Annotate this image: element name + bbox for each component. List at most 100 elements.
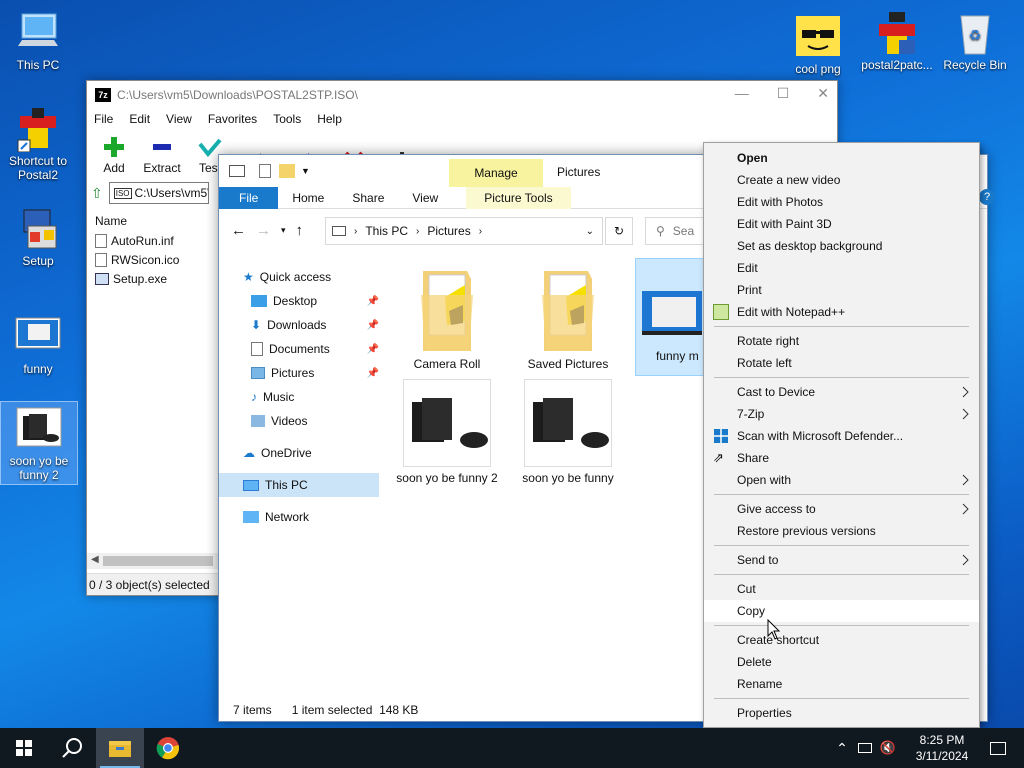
nav-videos[interactable]: Videos [219,409,379,433]
chevron-down-icon[interactable]: ⌄ [586,226,594,237]
start-button[interactable] [0,728,48,768]
menu-item-give-access[interactable]: Give access to [704,498,979,520]
menu-edit[interactable]: Edit [129,112,150,126]
dropdown-icon[interactable]: ▼ [301,166,310,176]
list-item[interactable]: Setup.exe [91,269,221,288]
network-icon[interactable] [857,743,872,753]
folder-camera-roll[interactable]: Camera Roll [395,265,499,371]
list-item[interactable]: AutoRun.inf [91,231,221,250]
menu-item-rename[interactable]: Rename [704,673,979,695]
manage-context-tab[interactable]: Manage [449,159,543,187]
menu-item-edit-photos[interactable]: Edit with Photos [704,191,979,213]
file-soon-yo-be-funny-2[interactable]: soon yo be funny 2 [395,379,499,485]
tab-picture-tools[interactable]: Picture Tools [466,186,571,209]
chevron-up-icon[interactable]: ⌃ [836,740,848,757]
file-funny[interactable]: funny m [635,258,705,376]
breadcrumb[interactable]: › This PC › Pictures › ⌄ [325,217,603,245]
menu-item-properties[interactable]: Properties [704,702,979,724]
new-folder-icon[interactable] [279,164,295,178]
menu-item-set-background[interactable]: Set as desktop background [704,235,979,257]
menu-item-create-shortcut[interactable]: Create shortcut [704,629,979,651]
file-soon-yo-be-funny[interactable]: soon yo be funny [516,379,620,485]
recent-chevron-icon[interactable]: ▾ [281,225,286,236]
search-button[interactable] [48,728,96,768]
mouse-cursor-icon [767,619,781,640]
menu-item-send-to[interactable]: Send to [704,549,979,571]
breadcrumb-separator-icon: › [354,225,358,237]
volume-muted-icon[interactable]: 🔇 [880,740,896,756]
menu-item-notepadpp[interactable]: Edit with Notepad++ [704,301,979,323]
nav-desktop[interactable]: Desktop 📌 [219,289,379,313]
menu-item-edit-paint3d[interactable]: Edit with Paint 3D [704,213,979,235]
system-tray: ⌃ 🔇 8:25 PM 3/11/2024 [836,728,1024,768]
menu-item-share[interactable]: ⇗ Share [704,447,979,469]
status-bar: 0 / 3 object(s) selected [87,573,219,595]
desktop-icon-soon-yo-be-funny-2[interactable]: soon yo be funny 2 [0,401,78,485]
tab-home[interactable]: Home [278,187,338,209]
menu-view[interactable]: View [166,112,192,126]
properties-icon[interactable] [259,164,271,178]
nav-this-pc[interactable]: This PC [219,473,379,497]
extract-button[interactable]: Extract [143,136,181,175]
menu-item-defender[interactable]: Scan with Microsoft Defender... [704,425,979,447]
taskbar-chrome[interactable] [144,728,192,768]
nav-network[interactable]: Network [219,505,379,529]
menu-item-open-with[interactable]: Open with [704,469,979,491]
clock[interactable]: 8:25 PM 3/11/2024 [902,732,982,764]
nav-onedrive[interactable]: ☁ OneDrive [219,441,379,465]
menu-item-edit[interactable]: Edit [704,257,979,279]
path-field[interactable]: ISO C:\Users\vm5\ [108,182,209,204]
maximize-button[interactable]: ☐ [777,85,790,102]
desktop-icon-postal2patch[interactable]: postal2patc... [859,10,935,72]
add-button[interactable]: Add [97,136,131,175]
desktop-icon-label: This PC [16,58,60,72]
refresh-button[interactable]: ↻ [605,217,633,245]
nav-documents[interactable]: Documents 📌 [219,337,379,361]
desktop-icon-recycle-bin[interactable]: ♻ Recycle Bin [937,10,1013,72]
menu-item-create-video[interactable]: Create a new video [704,169,979,191]
nav-music[interactable]: ♪ Music [219,385,379,409]
nav-downloads[interactable]: ⬇ Downloads 📌 [219,313,379,337]
tab-share[interactable]: Share [338,187,398,209]
menu-file[interactable]: File [94,112,113,126]
menu-item-7zip[interactable]: 7-Zip [704,403,979,425]
forward-arrow-icon[interactable]: → [256,222,271,239]
menu-item-restore-versions[interactable]: Restore previous versions [704,520,979,542]
menu-item-rotate-right[interactable]: Rotate right [704,330,979,352]
tab-file[interactable]: File [219,186,279,209]
breadcrumb-this-pc[interactable]: This PC [365,224,408,238]
up-folder-icon[interactable]: ⇧ [91,185,103,202]
menu-item-print[interactable]: Print [704,279,979,301]
window-menu-icon[interactable] [229,165,245,177]
desktop-icon-this-pc[interactable]: This PC [0,10,76,72]
horizontal-scrollbar[interactable]: ◀ [87,553,219,569]
nav-quick-access[interactable]: ★ Quick access [219,265,379,289]
desktop-icon-setup[interactable]: Setup [0,206,76,268]
back-arrow-icon[interactable]: ← [231,222,246,239]
menu-item-cut[interactable]: Cut [704,578,979,600]
list-item[interactable]: RWSicon.ico [91,250,221,269]
up-arrow-icon[interactable]: ↑ [296,222,304,239]
column-header-name[interactable]: Name [91,211,221,231]
help-icon[interactable]: ? [979,189,995,205]
menu-item-open[interactable]: Open [704,147,979,169]
minimize-button[interactable]: — [735,85,749,102]
desktop-icon-funny[interactable]: funny [0,314,76,376]
breadcrumb-pictures[interactable]: Pictures [427,224,470,238]
menu-item-cast[interactable]: Cast to Device [704,381,979,403]
desktop-icon-postal2-shortcut[interactable]: Shortcut to Postal2 [0,106,76,182]
folder-saved-pictures[interactable]: Saved Pictures [516,265,620,371]
file-name: AutoRun.inf [111,233,174,248]
menu-item-delete[interactable]: Delete [704,651,979,673]
notification-icon[interactable] [990,741,1006,755]
close-button[interactable]: ✕ [817,85,829,102]
menu-favorites[interactable]: Favorites [208,112,257,126]
menu-item-rotate-left[interactable]: Rotate left [704,352,979,374]
desktop-icon-cool-png[interactable]: cool png [780,14,856,76]
menu-tools[interactable]: Tools [273,112,301,126]
nav-pictures[interactable]: Pictures 📌 [219,361,379,385]
menu-help[interactable]: Help [317,112,342,126]
tab-view[interactable]: View [398,187,452,209]
taskbar-file-explorer[interactable] [96,728,144,768]
menu-item-copy[interactable]: Copy [704,600,979,622]
